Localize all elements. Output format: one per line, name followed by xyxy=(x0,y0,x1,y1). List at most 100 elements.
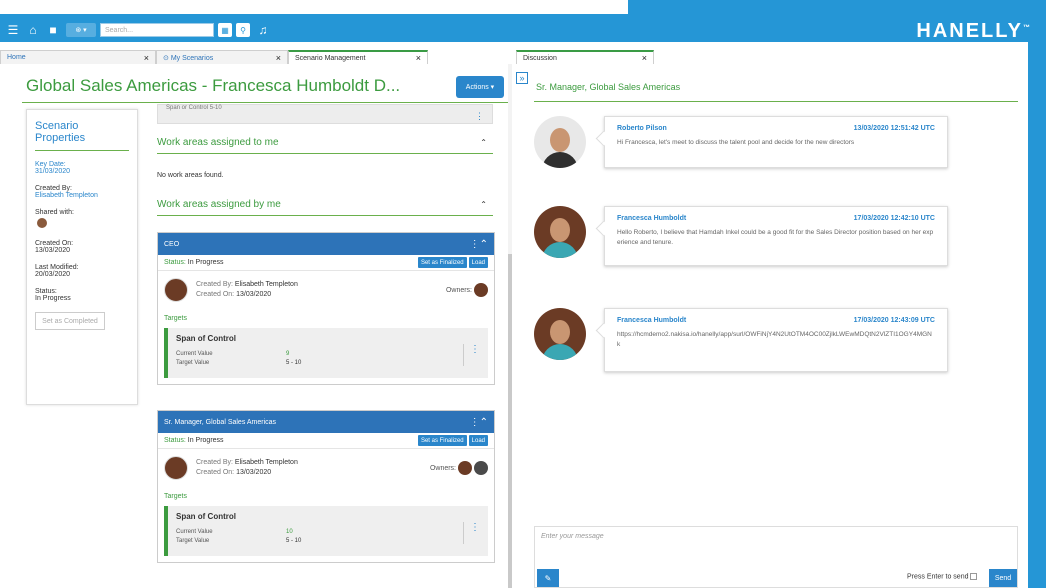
avatar xyxy=(534,308,586,360)
close-icon[interactable]: × xyxy=(144,53,149,63)
set-as-completed-button[interactable]: Set as Completed xyxy=(35,312,105,330)
search-icon[interactable]: ⚲ xyxy=(236,23,250,37)
discussion-title: Sr. Manager, Global Sales Americas xyxy=(536,82,681,92)
last-modified-label: Last Modified: xyxy=(35,264,79,271)
attach-icon[interactable]: ✎ xyxy=(537,569,559,587)
set-as-finalized-button[interactable]: Set as Finalized xyxy=(417,435,467,446)
message-text: Hi Francesca, let's meet to discuss the … xyxy=(617,139,855,146)
more-icon[interactable]: ⋮⌃ xyxy=(470,239,488,250)
kpi-value: 5 - 10 xyxy=(286,538,302,544)
collapsed-card[interactable]: Span or Control 5-10 ⋮ xyxy=(157,104,493,124)
status-buttons: Set as Finalized Load xyxy=(417,435,488,446)
status-value: In Progress xyxy=(187,259,224,266)
message-input[interactable]: Enter your message xyxy=(541,533,604,540)
avatar xyxy=(164,456,188,480)
message-author: Francesca Humboldt xyxy=(617,215,687,222)
avatar xyxy=(164,278,188,302)
owner-avatar[interactable] xyxy=(474,283,488,297)
divider xyxy=(534,101,1018,102)
side-band xyxy=(1028,42,1046,588)
folder-icon[interactable]: ■ xyxy=(46,23,60,37)
brand-logo: HANELLY™ xyxy=(916,20,1032,42)
message-time: 13/03/2020 12:51:42 UTC xyxy=(853,125,935,132)
message: Francesca Humboldt 17/03/2020 12:43:09 UT… xyxy=(534,308,1018,372)
search-input[interactable]: Search... xyxy=(100,23,214,37)
message-time: 17/03/2020 12:42:10 UTC xyxy=(853,215,935,222)
kpi-label: Current Value xyxy=(176,529,213,535)
enter-label: Press Enter to send xyxy=(907,573,969,581)
load-button[interactable]: Load xyxy=(468,257,488,268)
owners: Owners: xyxy=(446,283,488,297)
load-button[interactable]: Load xyxy=(468,435,488,446)
targets-label: Targets xyxy=(164,315,187,322)
close-icon[interactable]: × xyxy=(642,53,647,63)
more-icon[interactable]: ⋮ xyxy=(463,522,480,544)
owners-label: Owners: xyxy=(445,286,472,294)
close-icon[interactable]: × xyxy=(276,53,281,63)
menu-icon[interactable]: ☰ xyxy=(6,23,20,37)
bell-icon[interactable]: ♫ xyxy=(256,23,270,37)
kpi-card: Span of Control Current Value 10 Target V… xyxy=(164,506,488,556)
tab-my-scenarios[interactable]: ⊙ My Scenarios × xyxy=(156,50,288,64)
tab-label: ⊙ My Scenarios xyxy=(163,54,214,62)
tab-label-text: My Scenarios xyxy=(170,54,214,62)
kpi-title: Span of Control xyxy=(176,512,236,521)
tab-home[interactable]: Home × xyxy=(0,50,156,64)
more-icon[interactable]: ⋮⌃ xyxy=(470,417,488,428)
enter-to-send-toggle[interactable]: Press Enter to send xyxy=(907,573,978,581)
shared-with-label: Shared with: xyxy=(35,209,74,216)
work-area-card: CEO ⋮⌃ Status: In Progress Set as Finaliz… xyxy=(157,232,495,385)
card-header[interactable]: Sr. Manager, Global Sales Americas ⋮⌃ xyxy=(158,411,494,433)
status-label: Status: xyxy=(164,437,186,444)
scroll-thumb[interactable] xyxy=(508,254,512,588)
last-modified-value: 20/03/2020 xyxy=(35,271,71,278)
left-tabbar: Home × ⊙ My Scenarios × Scenario Managemen… xyxy=(0,50,428,64)
kpi-value: 5 - 10 xyxy=(286,360,302,366)
toolbar: ☰ ⌂ ■ ⊛ ▾ Search... ▦ ⚲ ♫ xyxy=(0,18,270,42)
checkbox[interactable] xyxy=(970,573,978,580)
card-title: Sr. Manager, Global Sales Americas xyxy=(164,418,277,426)
tab-scenario-management[interactable]: Scenario Management × xyxy=(288,50,428,64)
created-by-label: Created By: xyxy=(196,459,233,466)
scrollbar[interactable] xyxy=(508,64,512,588)
close-icon[interactable]: × xyxy=(416,53,421,63)
search-scope-dropdown[interactable]: ⊛ ▾ xyxy=(66,23,96,37)
message-author: Francesca Humboldt xyxy=(617,317,687,324)
avatar-body xyxy=(542,344,578,360)
message-text: Hello Roberto, I believe that Hamdah Ink… xyxy=(617,229,934,246)
home-icon[interactable]: ⌂ xyxy=(26,23,40,37)
status-text: Status: In Progress xyxy=(164,437,224,444)
owner-avatar[interactable] xyxy=(458,461,472,475)
more-icon[interactable]: ⋮ xyxy=(475,111,484,122)
actions-button[interactable]: Actions ▾ xyxy=(456,76,504,98)
chevron-up-icon[interactable]: ⌃ xyxy=(480,200,487,209)
created-on-label: Created On: xyxy=(196,291,235,298)
message-link[interactable]: https://hcmdemo2.nakisa.io/hanelly/app/s… xyxy=(617,330,935,350)
avatar[interactable] xyxy=(37,218,47,228)
calendar-icon[interactable]: ▦ xyxy=(218,23,232,37)
chevron-up-icon[interactable]: ⌃ xyxy=(480,138,487,147)
tab-discussion[interactable]: Discussion × xyxy=(516,50,654,64)
created-by-value: Elisabeth Templeton xyxy=(234,459,298,466)
created-by-link[interactable]: Elisabeth Templeton xyxy=(35,192,129,199)
more-icon[interactable]: ⋮ xyxy=(463,344,480,366)
top-strip xyxy=(0,0,628,14)
created-by-value: Elisabeth Templeton xyxy=(234,281,298,288)
kpi-row: Current Value 9 xyxy=(176,350,480,359)
section-assigned-to-me[interactable]: Work areas assigned to me ⌃ xyxy=(157,132,493,154)
creator-row: Created By: Elisabeth Templeton Created … xyxy=(158,271,494,309)
message: Roberto Pilson 13/03/2020 12:51:42 UTC Hi… xyxy=(534,116,1018,176)
section-assigned-by-me[interactable]: Work areas assigned by me ⌃ xyxy=(157,194,493,216)
message-header: Francesca Humboldt 17/03/2020 12:42:10 UT… xyxy=(617,215,935,222)
set-as-finalized-button[interactable]: Set as Finalized xyxy=(417,257,467,268)
kpi-row: Current Value 10 xyxy=(176,528,480,537)
send-button[interactable]: Send xyxy=(989,569,1017,587)
created-on-value: 13/03/2020 xyxy=(35,247,71,254)
kpi-row: Target Value 5 - 10 xyxy=(176,537,480,546)
expand-icon[interactable]: » xyxy=(516,72,528,84)
avatar-body xyxy=(542,152,578,168)
owner-avatar[interactable] xyxy=(474,461,488,475)
avatar xyxy=(534,116,586,168)
kpi-label: Current Value xyxy=(176,351,213,357)
card-header[interactable]: CEO ⋮⌃ xyxy=(158,233,494,255)
